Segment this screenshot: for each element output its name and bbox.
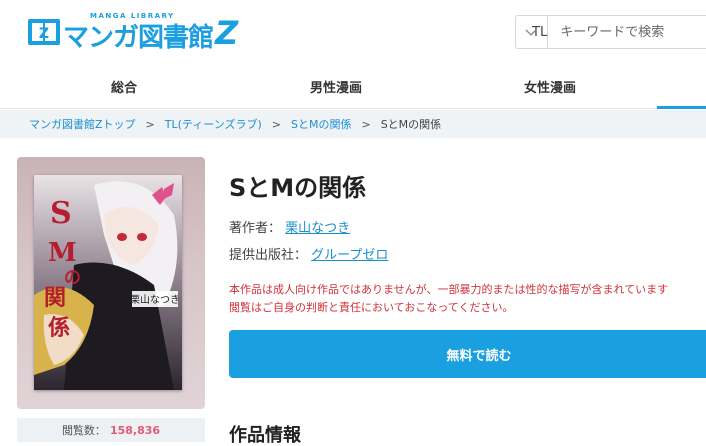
nav-active-indicator xyxy=(657,106,706,109)
svg-text:関: 関 xyxy=(44,285,66,311)
svg-text:の: の xyxy=(64,268,81,288)
warning-line-2: 閲覧はご自身の判断と責任においておこなってください。 xyxy=(229,301,514,314)
author-row: 著作者： 栗山なつき xyxy=(229,217,350,236)
chevron-down-icon xyxy=(525,29,537,36)
book-cover[interactable]: S M の 関 係 栗山なつき xyxy=(34,175,182,390)
breadcrumb-title[interactable]: SとMの関係 xyxy=(291,116,351,132)
svg-text:S: S xyxy=(50,196,72,231)
tab-womens-manga[interactable]: 女性漫画 xyxy=(490,64,610,109)
author-link[interactable]: 栗山なつき xyxy=(285,221,350,236)
logo-z: Z xyxy=(215,14,239,52)
view-count: 閲覧数： 158,836 xyxy=(17,418,205,442)
publisher-link[interactable]: グループゼロ xyxy=(311,248,388,263)
breadcrumb-separator: > xyxy=(271,117,281,131)
warning-line-1: 本作品は成人向け作品ではありませんが、一部暴力的または性的な描写が含まれています xyxy=(229,283,669,296)
author-label: 著作者： xyxy=(229,221,282,236)
search-bar: TL xyxy=(515,15,706,49)
publisher-label: 提供出版社： xyxy=(229,248,308,263)
publisher-row: 提供出版社： グループゼロ xyxy=(229,244,388,263)
logo-text: マンガ図書館 xyxy=(63,22,214,53)
view-count-label: 閲覧数： xyxy=(61,424,106,437)
cover-author-text: 栗山なつき xyxy=(130,294,180,306)
breadcrumb-separator: > xyxy=(361,117,371,131)
tab-general[interactable]: 総合 xyxy=(64,64,184,109)
book-title: SとMの関係 xyxy=(229,174,367,202)
breadcrumb-separator: > xyxy=(145,117,155,131)
breadcrumb: マンガ図書館Zトップ > TL(ティーンズラブ) > SとMの関係 > SとMの… xyxy=(0,110,706,138)
logo-subtitle: MANGA LIBRARY xyxy=(90,12,175,20)
breadcrumb-home[interactable]: マンガ図書館Zトップ xyxy=(29,116,136,132)
svg-text:係: 係 xyxy=(48,315,70,341)
site-header: Z マンガ図書館 Z MANGA LIBRARY TL xyxy=(0,0,706,64)
cover-art-image: S M の 関 係 栗山なつき xyxy=(34,175,182,390)
category-nav: 総合 男性漫画 女性漫画 xyxy=(0,64,706,109)
read-free-button[interactable]: 無料で読む xyxy=(229,330,706,378)
work-info-heading: 作品情報 xyxy=(229,425,301,446)
book-logo-icon: Z xyxy=(28,19,60,45)
content-warning: 本作品は成人向け作品ではありませんが、一部暴力的または性的な描写が含まれています… xyxy=(229,281,706,317)
search-input[interactable] xyxy=(548,16,706,48)
view-count-value: 158,836 xyxy=(109,423,161,437)
genre-select[interactable]: TL xyxy=(516,16,549,48)
breadcrumb-category[interactable]: TL(ティーンズラブ) xyxy=(165,116,262,132)
svg-text:Z: Z xyxy=(39,26,49,42)
breadcrumb-current: SとMの関係 xyxy=(380,118,442,131)
tab-mens-manga[interactable]: 男性漫画 xyxy=(276,64,396,109)
svg-text:M: M xyxy=(48,238,77,268)
